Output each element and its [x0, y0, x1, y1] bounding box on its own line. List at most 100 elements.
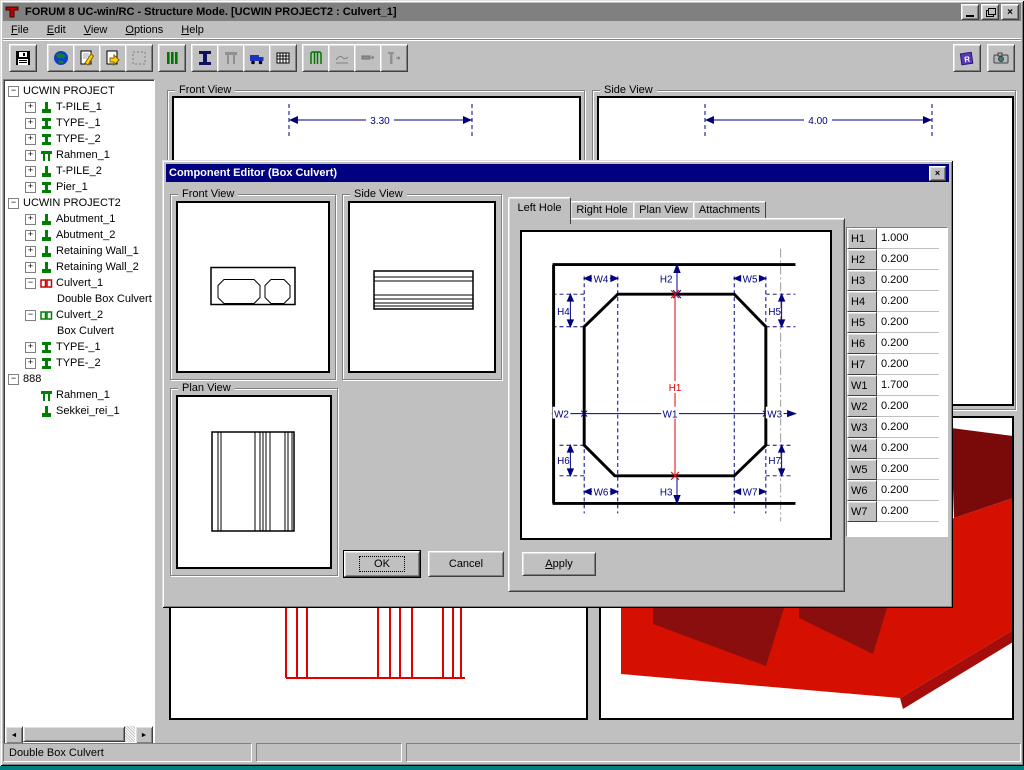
- tab-left-hole[interactable]: Left Hole: [508, 197, 571, 224]
- table-cell-name[interactable]: W4: [847, 438, 877, 459]
- toolbar-button-grid[interactable]: [269, 44, 297, 72]
- apply-button[interactable]: Apply: [522, 552, 596, 576]
- toolbar-button-frame[interactable]: [302, 44, 330, 72]
- tree-item-type-2[interactable]: +TYPE-_2: [5, 131, 153, 147]
- table-cell-value[interactable]: 0.200: [877, 354, 939, 375]
- expand-icon[interactable]: +: [25, 166, 36, 177]
- table-cell-value[interactable]: 0.200: [877, 249, 939, 270]
- scroll-left-icon[interactable]: ◄: [5, 726, 23, 744]
- table-cell-name[interactable]: H7: [847, 354, 877, 375]
- tree-item-type-1[interactable]: +TYPE-_1: [5, 115, 153, 131]
- toolbar-button-pillars[interactable]: [158, 44, 186, 72]
- table-cell-name[interactable]: H2: [847, 249, 877, 270]
- table-cell-value[interactable]: 0.200: [877, 438, 939, 459]
- table-cell-value[interactable]: 0.200: [877, 417, 939, 438]
- toolbar-button-world[interactable]: [47, 44, 75, 72]
- table-cell-name[interactable]: W2: [847, 396, 877, 417]
- toolbar-button-edit-document[interactable]: [73, 44, 101, 72]
- expand-icon[interactable]: +: [25, 118, 36, 129]
- minimize-button[interactable]: [961, 4, 979, 20]
- expand-icon[interactable]: +: [25, 342, 36, 353]
- dim-label-h2: H2: [660, 274, 673, 285]
- tree-item-t-pile-2[interactable]: +T-PILE_2: [5, 163, 153, 179]
- collapse-icon[interactable]: −: [25, 278, 36, 289]
- table-cell-name[interactable]: W7: [847, 501, 877, 522]
- tree-item-rahmen-1[interactable]: Rahmen_1: [5, 387, 153, 403]
- tree-item-t-pile-1[interactable]: +T-PILE_1: [5, 99, 153, 115]
- menu-item-view[interactable]: View: [76, 23, 116, 37]
- scrollbar-thumb[interactable]: [23, 726, 125, 742]
- toolbar-button-ibeam[interactable]: [191, 44, 219, 72]
- toolbar-button-report-book[interactable]: R: [953, 44, 981, 72]
- restore-button[interactable]: [981, 4, 999, 20]
- table-cell-value[interactable]: 0.200: [877, 333, 939, 354]
- table-cell-value[interactable]: 1.000: [877, 228, 939, 249]
- title-bar[interactable]: FORUM 8 UC-win/RC - Structure Mode. [UCW…: [3, 3, 1021, 21]
- expand-icon[interactable]: +: [25, 358, 36, 369]
- collapse-icon[interactable]: −: [8, 374, 19, 385]
- tree-item-box-culvert[interactable]: Box Culvert: [5, 323, 153, 339]
- tree-item-rahmen-1[interactable]: +Rahmen_1: [5, 147, 153, 163]
- table-cell-value[interactable]: 0.200: [877, 501, 939, 522]
- expand-icon[interactable]: +: [25, 150, 36, 161]
- table-cell-value[interactable]: 0.200: [877, 312, 939, 333]
- table-cell-name[interactable]: H6: [847, 333, 877, 354]
- tree-item-pier-1[interactable]: +Pier_1: [5, 179, 153, 195]
- collapse-icon[interactable]: −: [8, 86, 19, 97]
- table-cell-value[interactable]: 0.200: [877, 480, 939, 501]
- menu-item-options[interactable]: Options: [117, 23, 171, 37]
- tree-item-retaining-wall-2[interactable]: +Retaining Wall_2: [5, 259, 153, 275]
- expand-icon[interactable]: +: [25, 230, 36, 241]
- menu-item-file[interactable]: File: [3, 23, 37, 37]
- expand-icon[interactable]: +: [25, 102, 36, 113]
- table-cell-name[interactable]: H5: [847, 312, 877, 333]
- ok-button[interactable]: OK: [344, 551, 420, 577]
- tree-item-888[interactable]: −888: [5, 371, 153, 387]
- toolbar-button-camera[interactable]: [987, 44, 1015, 72]
- menu-item-help[interactable]: Help: [173, 23, 212, 37]
- table-cell-value[interactable]: 1.700: [877, 375, 939, 396]
- tree-horizontal-scrollbar[interactable]: ◄ ►: [5, 726, 153, 742]
- tree-item-culvert-1[interactable]: −Culvert_1: [5, 275, 153, 291]
- table-cell-name[interactable]: W6: [847, 480, 877, 501]
- tree-item-double-box-culvert[interactable]: Double Box Culvert: [5, 291, 153, 307]
- expand-icon[interactable]: +: [25, 182, 36, 193]
- table-cell-value[interactable]: 0.200: [877, 291, 939, 312]
- tree-item-type-1[interactable]: + TYPE-_1: [5, 339, 153, 355]
- tree-item-label: TYPE-_1: [56, 341, 101, 353]
- toolbar-button-export-document[interactable]: [99, 44, 127, 72]
- menu-item-edit[interactable]: Edit: [39, 23, 74, 37]
- expand-icon[interactable]: +: [25, 262, 36, 273]
- table-cell-value[interactable]: 0.200: [877, 396, 939, 417]
- table-cell-name[interactable]: H4: [847, 291, 877, 312]
- toolbar-button-truck[interactable]: [243, 44, 271, 72]
- scroll-right-icon[interactable]: ►: [135, 726, 153, 744]
- table-cell-name[interactable]: H1: [847, 228, 877, 249]
- expand-icon[interactable]: +: [25, 134, 36, 145]
- collapse-icon[interactable]: −: [8, 198, 19, 209]
- table-cell-name[interactable]: W1: [847, 375, 877, 396]
- expand-icon[interactable]: +: [25, 246, 36, 257]
- dialog-close-icon[interactable]: ×: [929, 166, 946, 181]
- tree-item-sekkei-rei-1[interactable]: Sekkei_rei_1: [5, 403, 153, 419]
- tree-item-abutment-1[interactable]: +Abutment_1: [5, 211, 153, 227]
- close-button[interactable]: ×: [1001, 4, 1019, 20]
- tree-item-ucwin-project2[interactable]: −UCWIN PROJECT2: [5, 195, 153, 211]
- table-cell-name[interactable]: W5: [847, 459, 877, 480]
- table-cell-value[interactable]: 0.200: [877, 270, 939, 291]
- dialog-title-bar[interactable]: Component Editor (Box Culvert) ×: [166, 164, 949, 182]
- expand-icon[interactable]: +: [25, 214, 36, 225]
- table-cell-name[interactable]: H3: [847, 270, 877, 291]
- table-row-w3: W30.200: [847, 417, 947, 438]
- toolbar-button-save[interactable]: [9, 44, 37, 72]
- tree-item-ucwin-project[interactable]: −UCWIN PROJECT: [5, 83, 153, 99]
- ibeam-icon: [40, 341, 53, 354]
- tree-item-abutment-2[interactable]: +Abutment_2: [5, 227, 153, 243]
- table-cell-name[interactable]: W3: [847, 417, 877, 438]
- collapse-icon[interactable]: −: [25, 310, 36, 321]
- tree-item-retaining-wall-1[interactable]: +Retaining Wall_1: [5, 243, 153, 259]
- tree-item-culvert-2[interactable]: −Culvert_2: [5, 307, 153, 323]
- cancel-button[interactable]: Cancel: [428, 551, 504, 577]
- tree-item-type-2[interactable]: +TYPE-_2: [5, 355, 153, 371]
- table-cell-value[interactable]: 0.200: [877, 459, 939, 480]
